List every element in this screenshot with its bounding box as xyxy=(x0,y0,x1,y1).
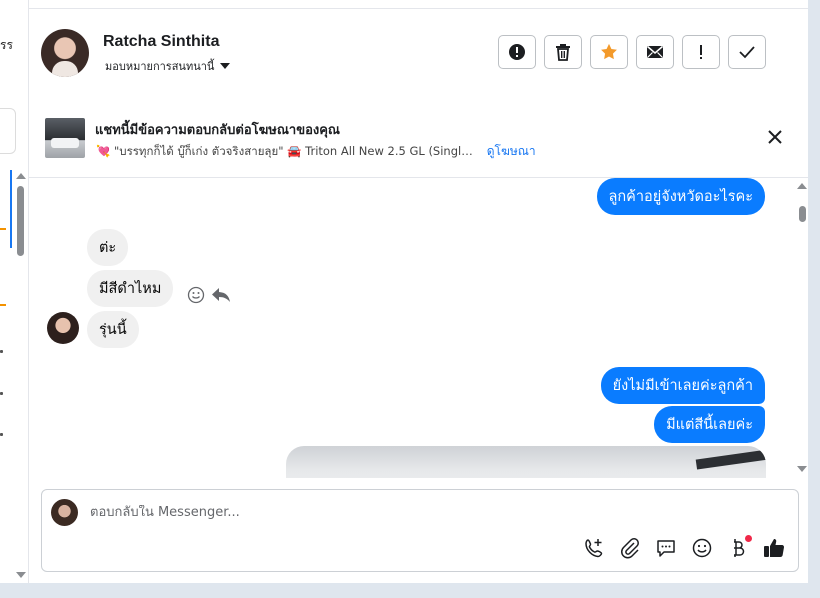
message-bubble-incoming[interactable]: ต่ะ xyxy=(87,229,129,266)
mark-unread-button[interactable] xyxy=(636,35,674,69)
star-button[interactable] xyxy=(590,35,628,69)
scroll-down-arrow-icon[interactable] xyxy=(16,572,26,578)
saved-replies-button[interactable] xyxy=(654,536,678,560)
emoji-button[interactable] xyxy=(690,536,714,560)
exclamation-icon xyxy=(700,45,702,59)
close-banner-button[interactable] xyxy=(765,127,785,147)
image-attachment[interactable] xyxy=(286,446,766,478)
marker xyxy=(0,350,3,353)
envelope-icon xyxy=(647,45,663,58)
view-ad-link[interactable]: ดูโฆษณา xyxy=(487,142,536,161)
orange-marker xyxy=(0,228,6,230)
conversation-header: Ratcha Sinthita มอบหมายการสนทนานี้ xyxy=(29,8,808,99)
check-icon xyxy=(739,46,755,59)
caret-down-icon xyxy=(220,63,231,69)
assign-conversation-dropdown[interactable]: มอบหมายการสนทนานี้ xyxy=(105,57,231,75)
mark-done-button[interactable] xyxy=(728,35,766,69)
exclamation-circle-icon xyxy=(509,44,525,60)
reply-arrow-icon[interactable] xyxy=(211,286,231,304)
contact-name[interactable]: Ratcha Sinthita xyxy=(103,33,219,51)
marker xyxy=(0,392,3,395)
chat-scroll-up-icon[interactable] xyxy=(797,183,807,189)
search-box-fragment[interactable] xyxy=(0,108,16,154)
message-bubble-outgoing[interactable]: ยังไม่มีเข้าเลยค่ะลูกค้า xyxy=(600,367,765,404)
page-avatar xyxy=(51,499,78,526)
conversation-list-scrollbar[interactable] xyxy=(17,186,24,256)
conversation-list-pane: รร xyxy=(0,0,29,583)
mark-spam-button[interactable] xyxy=(498,35,536,69)
phone-plus-icon xyxy=(585,539,603,558)
truncated-text: รร xyxy=(0,38,13,52)
star-icon xyxy=(601,43,617,60)
paperclip-icon xyxy=(621,538,639,559)
marker xyxy=(0,433,3,436)
message-bubble-outgoing[interactable]: มีแต่สีนี้เลยค่ะ xyxy=(654,406,765,443)
messenger-inbox: รร Ratcha Sinthita มอบหมายการสนทนานี้ แช… xyxy=(0,0,808,583)
trash-icon xyxy=(556,44,570,61)
message-bubble-incoming[interactable]: มีสีดำไหม xyxy=(87,270,174,307)
selected-indicator xyxy=(10,170,12,248)
notification-dot xyxy=(745,535,752,542)
assign-label: มอบหมายการสนทนานี้ xyxy=(105,60,215,73)
scroll-up-arrow-icon[interactable] xyxy=(16,173,26,179)
chat-bubble-icon xyxy=(657,540,675,557)
chat-scrollbar[interactable] xyxy=(799,206,806,222)
contact-avatar[interactable] xyxy=(41,29,89,77)
thumbs-up-icon xyxy=(764,539,785,558)
attach-button[interactable] xyxy=(618,536,642,560)
chat-scroll-down-icon[interactable] xyxy=(797,466,807,472)
payment-button[interactable] xyxy=(726,535,752,560)
message-bubble-incoming[interactable]: รุ่นนี้ xyxy=(87,311,139,348)
close-icon xyxy=(768,130,782,144)
message-bubble-outgoing[interactable]: ลูกค้าอยู่จังหวัดอะไรคะ xyxy=(596,178,765,215)
ad-banner-title: แชทนี้มีข้อความตอบกลับต่อโฆษณาของคุณ xyxy=(95,123,340,138)
call-button[interactable] xyxy=(582,536,606,560)
sender-avatar[interactable] xyxy=(47,312,79,344)
message-thread: ลูกค้าอยู่จังหวัดอะไรคะ ต่ะ มีสีดำไหม รุ… xyxy=(29,178,808,478)
react-smiley-icon[interactable] xyxy=(187,286,205,304)
reply-input[interactable] xyxy=(90,505,690,520)
ad-subtitle-text: 💘 "บรรทุกก็ได้ บู๊ก็เก่ง ตัวจริงสายลุย" … xyxy=(96,143,473,158)
orange-marker xyxy=(0,304,6,306)
smiley-icon xyxy=(692,538,712,558)
ad-banner-subtitle: 💘 "บรรทุกก็ได้ บู๊ก็เก่ง ตัวจริงสายลุย" … xyxy=(96,142,536,161)
ad-thumbnail[interactable] xyxy=(45,118,85,158)
composer-toolbar xyxy=(582,535,786,560)
delete-button[interactable] xyxy=(544,35,582,69)
follow-up-button[interactable] xyxy=(682,35,720,69)
like-button[interactable] xyxy=(762,536,786,560)
message-composer xyxy=(41,489,799,572)
ad-reply-banner: แชทนี้มีข้อความตอบกลับต่อโฆษณาของคุณ 💘 "… xyxy=(29,98,808,178)
header-actions xyxy=(498,35,766,69)
